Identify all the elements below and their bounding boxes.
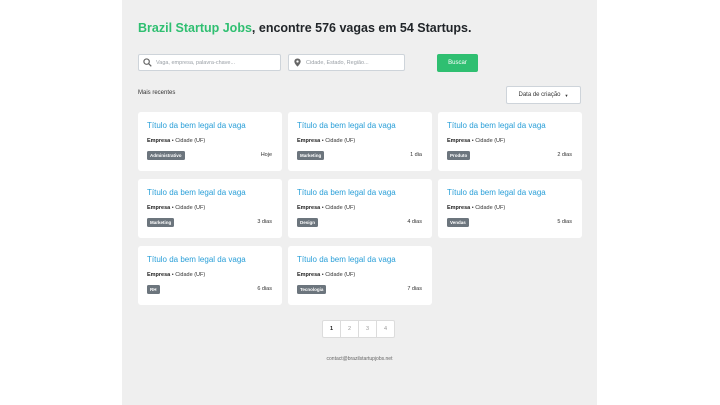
page-4-button[interactable]: 4 [376,320,395,338]
job-posted-date: 6 dias [257,286,272,292]
job-category-badge: Tecnologia [297,285,327,294]
job-company: Empresa [447,138,471,144]
job-posted-date: 2 dias [557,152,572,158]
search-icon [143,58,152,67]
job-meta: Empresa • Cidade (UF) [147,205,205,211]
keyword-field[interactable] [138,54,281,71]
brand-name[interactable]: Brazil Startup Jobs [138,21,252,35]
job-card[interactable]: Título da bem legal da vaga Empresa • Ci… [138,246,282,305]
job-location: • Cidade (UF) [470,138,506,144]
job-title[interactable]: Título da bem legal da vaga [297,255,396,264]
job-company: Empresa [147,138,171,144]
map-pin-icon [294,58,301,67]
job-title[interactable]: Título da bem legal da vaga [147,255,246,264]
job-category-badge: Vendas [447,218,469,227]
job-location: • Cidade (UF) [170,205,206,211]
job-title[interactable]: Título da bem legal da vaga [297,188,396,197]
page-3-button[interactable]: 3 [358,320,377,338]
page-headline: Brazil Startup Jobs, encontre 576 vagas … [138,21,471,35]
search-button[interactable]: Buscar [437,54,478,72]
job-card[interactable]: Título da bem legal da vaga Empresa • Ci… [138,179,282,238]
job-meta: Empresa • Cidade (UF) [147,138,205,144]
location-field[interactable] [288,54,405,71]
footer-contact-email[interactable]: contact@brazilstartupjobs.net [122,356,597,362]
headline-tagline: , encontre 576 vagas em 54 Startups. [251,21,472,35]
job-category-badge: Design [297,218,319,227]
job-posted-date: 3 dias [257,219,272,225]
job-meta: Empresa • Cidade (UF) [447,205,505,211]
job-category-badge: Administrativo [147,151,185,160]
job-title[interactable]: Título da bem legal da vaga [447,121,546,130]
location-input[interactable] [306,56,399,69]
job-card[interactable]: Título da bem legal da vaga Empresa • Ci… [138,112,282,171]
caret-down-icon: ▼ [564,92,569,98]
page-1-button[interactable]: 1 [322,320,341,338]
job-meta: Empresa • Cidade (UF) [297,272,355,278]
job-company: Empresa [447,205,471,211]
job-title[interactable]: Título da bem legal da vaga [447,188,546,197]
page-container: Brazil Startup Jobs, encontre 576 vagas … [122,0,597,405]
job-category-badge: Marketing [147,218,175,227]
job-card[interactable]: Título da bem legal da vaga Empresa • Ci… [288,246,432,305]
job-posted-date: 7 dias [407,286,422,292]
page-2-button[interactable]: 2 [340,320,359,338]
job-location: • Cidade (UF) [170,272,206,278]
job-category-badge: Marketing [297,151,325,160]
job-location: • Cidade (UF) [320,272,356,278]
job-company: Empresa [297,272,321,278]
job-company: Empresa [147,272,171,278]
job-location: • Cidade (UF) [320,138,356,144]
job-card[interactable]: Título da bem legal da vaga Empresa • Ci… [288,179,432,238]
job-card[interactable]: Título da bem legal da vaga Empresa • Ci… [288,112,432,171]
job-company: Empresa [297,205,321,211]
job-title[interactable]: Título da bem legal da vaga [297,121,396,130]
job-meta: Empresa • Cidade (UF) [147,272,205,278]
job-meta: Empresa • Cidade (UF) [447,138,505,144]
job-category-badge: RH [147,285,160,294]
job-meta: Empresa • Cidade (UF) [297,138,355,144]
job-posted-date: 5 dias [557,219,572,225]
job-card[interactable]: Título da bem legal da vaga Empresa • Ci… [438,179,582,238]
job-title[interactable]: Título da bem legal da vaga [147,188,246,197]
job-card[interactable]: Título da bem legal da vaga Empresa • Ci… [438,112,582,171]
job-title[interactable]: Título da bem legal da vaga [147,121,246,130]
job-company: Empresa [297,138,321,144]
sort-label: Data de criação [518,92,561,98]
job-posted-date: Hoje [260,152,272,158]
job-posted-date: 1 dia [410,152,422,158]
job-company: Empresa [147,205,171,211]
job-location: • Cidade (UF) [170,138,206,144]
section-label: Mais recentes [138,90,176,96]
job-location: • Cidade (UF) [470,205,506,211]
job-meta: Empresa • Cidade (UF) [297,205,355,211]
job-posted-date: 4 dias [407,219,422,225]
keyword-input[interactable] [156,56,275,69]
job-category-badge: Produto [447,151,471,160]
pagination: 1 2 3 4 [322,320,395,338]
job-location: • Cidade (UF) [320,205,356,211]
sort-dropdown[interactable]: Data de criação ▼ [506,86,581,104]
